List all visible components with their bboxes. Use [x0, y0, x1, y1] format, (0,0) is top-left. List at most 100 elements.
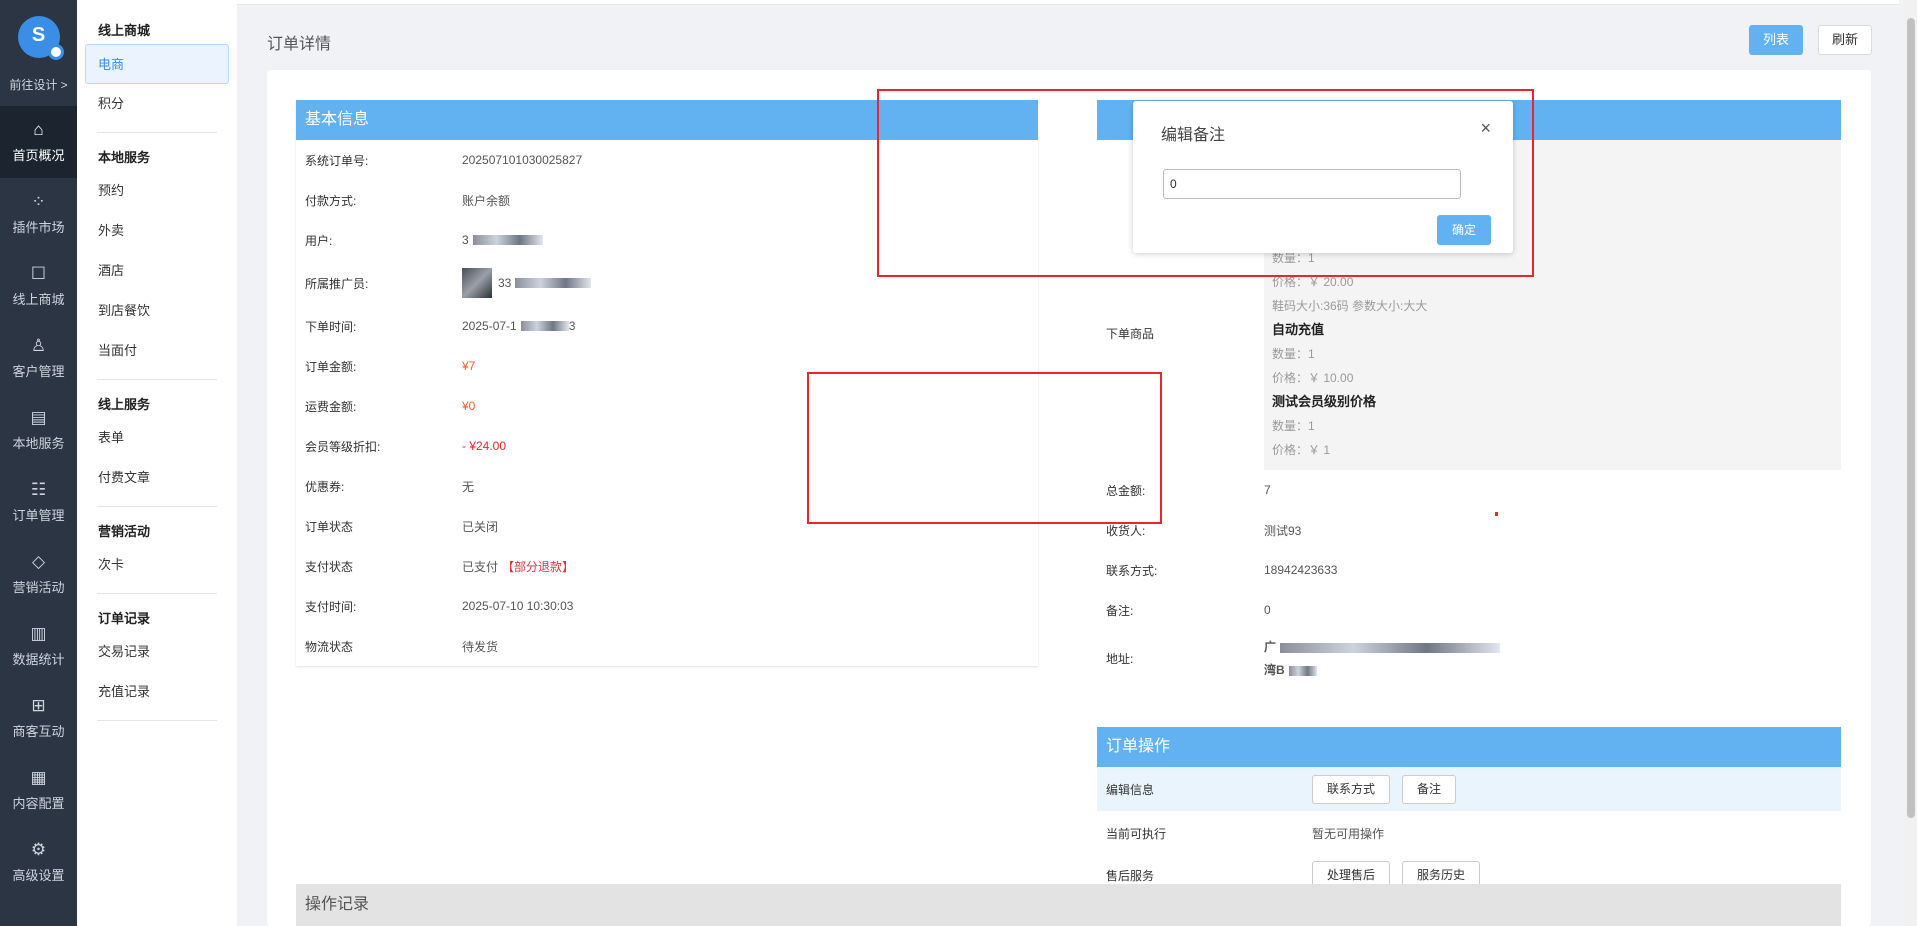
rail-item-local[interactable]: ▤ 本地服务 — [0, 394, 77, 466]
pay-time: 2025-07-10 10:30:03 — [462, 599, 574, 613]
menu-item-hotel[interactable]: 酒店 — [77, 251, 237, 291]
goods-name: 测试会员级别价格 — [1272, 394, 1377, 409]
divider — [97, 132, 217, 133]
scan-icon: ⊞ — [31, 696, 46, 715]
menu-group-heading: 本地服务 — [98, 150, 151, 165]
info-row-logistics: 物流状态 待发货 — [296, 626, 1038, 666]
user-value: 3 — [462, 233, 543, 247]
goods-label: 下单商品 — [1106, 327, 1155, 341]
rail-item-orders[interactable]: ☷ 订单管理 — [0, 466, 77, 538]
member-discount: - ¥24.00 — [462, 439, 507, 453]
avatar — [462, 268, 492, 298]
menu-item-times-card[interactable]: 次卡 — [77, 545, 237, 585]
info-key: 订单状态 — [305, 519, 354, 534]
remark-button[interactable]: 备注 — [1402, 774, 1457, 804]
summary-row-contact: 联系方式: 18942423633 — [1097, 550, 1841, 590]
menu-item-dine-in[interactable]: 到店餐饮 — [77, 291, 237, 331]
order-time-tail: 3 — [568, 319, 576, 333]
info-row-order-time: 下单时间: 2025-07-1 3 — [296, 306, 1038, 346]
promoter-value: 33 — [462, 268, 592, 298]
menu-item-points[interactable]: 积分 — [77, 84, 237, 124]
rail-item-label: 首页概况 — [12, 148, 65, 163]
summary-row-address: 地址: 广 湾B — [1097, 632, 1841, 684]
contact-button[interactable]: 联系方式 — [1312, 774, 1391, 804]
rail-item-label: 数据统计 — [12, 652, 65, 667]
rail-item-content[interactable]: ▦ 内容配置 — [0, 754, 77, 826]
home-icon: ⌂ — [33, 120, 44, 139]
goods-spec: 鞋码大小:36码 参数大小:大大 — [1272, 299, 1428, 313]
contact-phone: 18942423633 — [1264, 563, 1338, 577]
refresh-button[interactable]: 刷新 — [1818, 25, 1872, 55]
info-key: 订单金额: — [305, 359, 357, 374]
menu-group-heading: 线上服务 — [98, 397, 151, 412]
redacted-block — [1288, 665, 1317, 676]
list-button[interactable]: 列表 — [1749, 25, 1803, 55]
goods-name: 自动充值 — [1272, 322, 1325, 337]
rail-item-home[interactable]: ⌂ 首页概况 — [0, 106, 77, 178]
address-line2-text: 湾B — [1264, 663, 1285, 677]
rail-item-mall[interactable]: ☐ 线上商城 — [0, 250, 77, 322]
order-time-head: 2025-07-1 — [462, 319, 517, 333]
available-ops: 暂无可用操作 — [1312, 826, 1385, 841]
redacted-block — [515, 278, 592, 288]
info-key: 系统订单号: — [305, 153, 369, 168]
rail-item-label: 客户管理 — [12, 364, 65, 379]
info-key: 运费金额: — [305, 399, 357, 414]
receiver-name: 测试93 — [1264, 523, 1302, 538]
document-icon: ▦ — [30, 768, 47, 787]
menu-item-ecommerce[interactable]: 电商 — [85, 44, 229, 84]
address-line1-text: 广 — [1264, 640, 1277, 654]
menu-item-takeout[interactable]: 外卖 — [77, 211, 237, 251]
goods-price: 价格：￥ 10.00 — [1272, 371, 1354, 385]
freight-amount: ¥0 — [462, 399, 476, 413]
rail-item-label: 插件市场 — [12, 220, 65, 235]
divider — [97, 593, 217, 594]
page-title: 订单详情 — [267, 36, 332, 53]
info-key: 支付时间: — [305, 599, 357, 614]
menu-item-face-pay[interactable]: 当面付 — [77, 331, 237, 371]
ops-key: 售后服务 — [1106, 868, 1155, 883]
rail-item-customers[interactable]: ♙ 客户管理 — [0, 322, 77, 394]
redacted-block — [520, 321, 569, 331]
secondary-menu: 线上商城 电商 积分 本地服务 预约 外卖 酒店 到店餐饮 当面付 线上服务 表… — [77, 0, 237, 926]
menu-item-transactions[interactable]: 交易记录 — [77, 632, 237, 672]
divider — [97, 720, 217, 721]
scrollbar-thumb[interactable] — [1907, 18, 1915, 818]
rail-item-label: 内容配置 — [12, 796, 65, 811]
rail-item-stats[interactable]: ▥ 数据统计 — [0, 610, 77, 682]
summary-key: 地址: — [1106, 651, 1134, 666]
user-name: 3 — [462, 233, 469, 247]
menu-group-heading: 订单记录 — [98, 611, 151, 626]
logistics-status: 待发货 — [462, 639, 499, 654]
menu-item-forms[interactable]: 表单 — [77, 418, 237, 458]
rail-item-settings[interactable]: ⚙ 高级设置 — [0, 826, 77, 898]
ops-row-edit: 编辑信息 联系方式 备注 — [1097, 767, 1841, 811]
info-key: 支付状态 — [305, 559, 354, 574]
annotation-dot — [1495, 512, 1498, 516]
rail-item-label: 营销活动 — [12, 580, 65, 595]
menu-item-recharges[interactable]: 充值记录 — [77, 672, 237, 712]
design-link[interactable]: 前往设计 > — [0, 74, 77, 96]
menu-item-paid-articles[interactable]: 付费文章 — [77, 458, 237, 498]
bar-chart-icon: ▥ — [30, 624, 47, 643]
address-line: 湾B — [1264, 661, 1500, 678]
scrollbar[interactable] — [1905, 0, 1917, 926]
rail-item-plugins[interactable]: ⁘ 插件市场 — [0, 178, 77, 250]
rail-item-label: 本地服务 — [12, 436, 65, 451]
divider — [97, 506, 217, 507]
summary-key: 联系方式: — [1106, 563, 1158, 578]
redacted-block — [1280, 642, 1501, 653]
promoter-name: 33 — [498, 276, 512, 290]
order-status: 已关闭 — [462, 519, 499, 534]
goods-price: 价格：￥ 1 — [1272, 443, 1331, 457]
info-key: 会员等级折扣: — [305, 439, 381, 454]
ops-key: 当前可执行 — [1106, 826, 1167, 841]
menu-item-booking[interactable]: 预约 — [77, 171, 237, 211]
top-bar — [237, 0, 1899, 5]
summary-key: 收货人: — [1106, 523, 1146, 538]
rail-item-interaction[interactable]: ⊞ 商客互动 — [0, 682, 77, 754]
summary-key: 备注: — [1106, 603, 1134, 618]
rail-item-label: 商客互动 — [12, 724, 65, 739]
summary-row-total: 总金额: 7 — [1097, 470, 1841, 510]
rail-item-marketing[interactable]: ◇ 营销活动 — [0, 538, 77, 610]
